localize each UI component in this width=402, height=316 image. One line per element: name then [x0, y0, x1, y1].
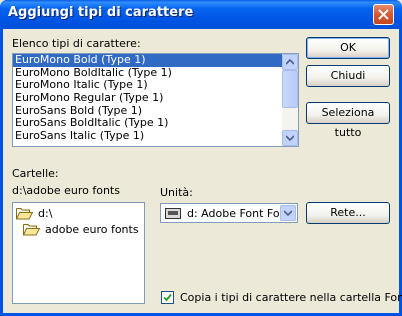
- current-path: d:\adobe euro fonts: [12, 184, 120, 197]
- drive-label: Unità:: [160, 186, 193, 199]
- font-list-item[interactable]: EuroSans Bold (Type 1): [13, 105, 282, 118]
- font-list-item[interactable]: EuroMono BoldItalic (Type 1): [13, 67, 282, 80]
- close-icon: [378, 9, 389, 20]
- open-folder-icon: [16, 208, 33, 220]
- copy-fonts-checkbox[interactable]: [161, 291, 174, 304]
- drive-dropdown-button[interactable]: [280, 205, 296, 221]
- chevron-down-icon: [286, 135, 294, 141]
- font-list-item[interactable]: EuroSans BoldItalic (Type 1): [13, 117, 282, 130]
- folder-item-label: d:\: [38, 207, 53, 220]
- font-list-item[interactable]: EuroMono Italic (Type 1): [13, 79, 282, 92]
- dialog-window: Aggiungi tipi di carattere Elenco tipi d…: [0, 0, 402, 316]
- drive-select[interactable]: d: Adobe Font Folio: [160, 203, 298, 223]
- open-folder-icon: [23, 224, 40, 236]
- select-all-button[interactable]: Seleziona tutto: [306, 102, 390, 139]
- font-list-label: Elenco tipi di carattere:: [12, 37, 141, 50]
- chevron-down-icon: [284, 210, 292, 216]
- folder-item-label: adobe euro fonts: [45, 223, 139, 236]
- window-title: Aggiungi tipi di carattere: [8, 5, 194, 20]
- folders-label: Cartelle:: [12, 167, 59, 180]
- scroll-up-button[interactable]: [282, 54, 298, 70]
- folder-tree[interactable]: d:\ adobe euro fonts: [12, 202, 145, 304]
- network-button[interactable]: Rete...: [306, 202, 390, 224]
- font-list[interactable]: EuroMono Bold (Type 1) EuroMono BoldItali…: [12, 53, 299, 147]
- drive-select-value: d: Adobe Font Folio: [187, 207, 281, 220]
- font-list-items: EuroMono Bold (Type 1) EuroMono BoldItali…: [13, 54, 282, 143]
- scroll-thumb[interactable]: [282, 70, 298, 108]
- drive-icon: [165, 208, 181, 219]
- scroll-down-button[interactable]: [282, 130, 298, 146]
- checkmark-icon: [163, 293, 172, 302]
- close-window-button[interactable]: [373, 4, 394, 25]
- dialog-body: Elenco tipi di carattere: EuroMono Bold …: [3, 29, 402, 313]
- font-list-item[interactable]: EuroMono Regular (Type 1): [13, 92, 282, 105]
- chevron-up-icon: [286, 59, 294, 65]
- copy-fonts-label: Copia i tipi di carattere nella cartella…: [180, 291, 402, 304]
- font-list-item[interactable]: EuroSans Italic (Type 1): [13, 130, 282, 143]
- font-list-scrollbar[interactable]: [282, 54, 298, 146]
- font-list-item[interactable]: EuroMono Bold (Type 1): [13, 54, 282, 67]
- close-button[interactable]: Chiudi: [306, 65, 390, 87]
- ok-button[interactable]: OK: [306, 37, 390, 59]
- title-bar[interactable]: Aggiungi tipi di carattere: [0, 0, 402, 29]
